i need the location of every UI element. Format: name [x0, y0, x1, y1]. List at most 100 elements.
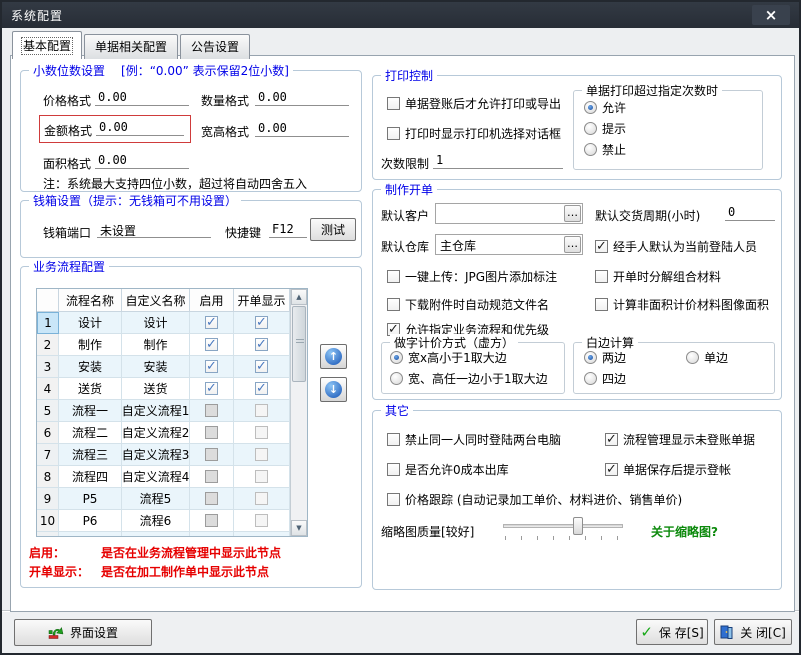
enabled-checkbox[interactable]	[205, 536, 218, 537]
pricing-opt1-radio[interactable]	[390, 351, 403, 364]
flow-name-cell[interactable]: 流程二	[59, 422, 122, 444]
show-checkbox[interactable]	[255, 360, 268, 373]
forbid-dual-login-label[interactable]: 禁止同一人同时登陆两台电脑	[405, 431, 561, 448]
delivery-cycle-field[interactable]: 0	[725, 204, 775, 221]
interface-settings-button[interactable]: 界面设置	[14, 619, 152, 646]
row-number[interactable]: 7	[37, 444, 59, 466]
prompt-radio[interactable]	[584, 122, 597, 135]
one-key-upload-label[interactable]: 一键上传：JPG图片添加标注	[405, 268, 557, 285]
warehouse-lookup-icon[interactable]: …	[564, 236, 581, 253]
split-material-label[interactable]: 开单时分解组合材料	[613, 268, 721, 285]
flow-table-scrollbar[interactable]: ▲ ▼	[290, 289, 307, 536]
custom-name-cell[interactable]: 自定义流程2	[122, 422, 190, 444]
enabled-checkbox[interactable]	[205, 382, 218, 395]
allow-label[interactable]: 允许	[602, 99, 626, 116]
qty-format-field[interactable]: 0.00	[255, 89, 349, 106]
zero-cost-label[interactable]: 是否允许0成本出库	[405, 461, 509, 478]
custom-name-cell[interactable]: 制作	[122, 334, 190, 356]
custom-name-cell[interactable]: 流程5	[122, 488, 190, 510]
two-side-label[interactable]: 两边	[602, 349, 626, 366]
show-checkbox[interactable]	[255, 536, 268, 537]
one-side-radio[interactable]	[686, 351, 699, 364]
custom-name-cell[interactable]: 安装	[122, 356, 190, 378]
forbid-dual-login-checkbox[interactable]	[387, 433, 400, 446]
image-area-checkbox[interactable]	[595, 298, 608, 311]
row-number[interactable]: 2	[37, 334, 59, 356]
pricing-opt1-label[interactable]: 宽x高小于1取大边	[408, 349, 507, 366]
filename-normalize-label[interactable]: 下载附件时自动规范文件名	[405, 296, 549, 313]
save-prompt-checkbox[interactable]	[605, 463, 618, 476]
row-number[interactable]: 5	[37, 400, 59, 422]
flow-name-cell[interactable]: 流程三	[59, 444, 122, 466]
test-button[interactable]: 测试	[310, 218, 356, 241]
row-number[interactable]: 10	[37, 510, 59, 532]
slider-thumb[interactable]	[573, 517, 583, 535]
two-side-radio[interactable]	[584, 351, 597, 364]
operator-default-checkbox[interactable]	[595, 240, 608, 253]
flow-name-cell[interactable]: 安装	[59, 356, 122, 378]
about-thumbnail-link[interactable]: 关于缩略图?	[651, 523, 718, 540]
move-down-button[interactable]: ↓	[320, 377, 347, 402]
flow-name-cell[interactable]: 制作	[59, 334, 122, 356]
enabled-checkbox[interactable]	[205, 404, 218, 417]
flow-name-cell[interactable]: 送货	[59, 378, 122, 400]
show-checkbox[interactable]	[255, 492, 268, 505]
tab-basic-config[interactable]: 基本配置	[12, 31, 82, 59]
custom-name-cell[interactable]: 设计	[122, 312, 190, 334]
enabled-checkbox[interactable]	[205, 514, 218, 527]
enabled-checkbox[interactable]	[205, 470, 218, 483]
move-up-button[interactable]: ↑	[320, 344, 347, 369]
printer-dialog-label[interactable]: 打印时显示打印机选择对话框	[405, 125, 561, 142]
show-unregistered-checkbox[interactable]	[605, 433, 618, 446]
default-warehouse-field[interactable]: 主仓库 …	[435, 234, 583, 255]
prompt-label[interactable]: 提示	[602, 120, 626, 137]
show-checkbox[interactable]	[255, 404, 268, 417]
show-checkbox[interactable]	[255, 382, 268, 395]
flow-name-cell[interactable]: P6	[59, 510, 122, 532]
show-unregistered-label[interactable]: 流程管理显示未登账单据	[623, 431, 755, 448]
custom-name-cell[interactable]: 流程7	[122, 532, 190, 537]
wh-format-field[interactable]: 0.00	[255, 120, 349, 137]
custom-name-cell[interactable]: 流程6	[122, 510, 190, 532]
show-checkbox[interactable]	[255, 514, 268, 527]
flow-name-cell[interactable]: 流程一	[59, 400, 122, 422]
allow-radio[interactable]	[584, 101, 597, 114]
default-customer-field[interactable]: …	[435, 203, 583, 224]
row-number[interactable]: 8	[37, 466, 59, 488]
split-material-checkbox[interactable]	[595, 270, 608, 283]
filename-normalize-checkbox[interactable]	[387, 298, 400, 311]
slider-track[interactable]	[503, 524, 623, 528]
price-tracking-label[interactable]: 价格跟踪 (自动记录加工单价、材料进价、销售单价)	[405, 491, 682, 508]
show-checkbox[interactable]	[255, 470, 268, 483]
custom-name-cell[interactable]: 送货	[122, 378, 190, 400]
image-area-label[interactable]: 计算非面积计价材料图像面积	[613, 296, 769, 313]
show-checkbox[interactable]	[255, 316, 268, 329]
registered-print-label[interactable]: 单据登账后才允许打印或导出	[405, 95, 561, 112]
pricing-opt2-label[interactable]: 宽、高任一边小于1取大边	[408, 370, 548, 387]
enabled-checkbox[interactable]	[205, 338, 218, 351]
scroll-up-icon[interactable]: ▲	[291, 289, 307, 305]
flow-name-cell[interactable]: P5	[59, 488, 122, 510]
registered-print-checkbox[interactable]	[387, 97, 400, 110]
row-number[interactable]: 6	[37, 422, 59, 444]
show-checkbox[interactable]	[255, 338, 268, 351]
four-side-radio[interactable]	[584, 372, 597, 385]
enabled-checkbox[interactable]	[205, 426, 218, 439]
pricing-opt2-radio[interactable]	[390, 372, 403, 385]
limit-field[interactable]: 1	[433, 152, 563, 169]
flow-name-cell[interactable]: P7	[59, 532, 122, 537]
scroll-down-icon[interactable]: ▼	[291, 520, 307, 536]
operator-default-label[interactable]: 经手人默认为当前登陆人员	[613, 238, 757, 255]
enabled-checkbox[interactable]	[205, 448, 218, 461]
tab-document-config[interactable]: 单据相关配置	[84, 34, 178, 59]
save-prompt-label[interactable]: 单据保存后提示登帐	[623, 461, 731, 478]
close-icon[interactable]: ×	[752, 5, 790, 25]
hotkey-field[interactable]: F12	[269, 221, 307, 238]
row-number[interactable]: 1	[37, 312, 59, 334]
enabled-checkbox[interactable]	[205, 316, 218, 329]
forbid-radio[interactable]	[584, 143, 597, 156]
customer-lookup-icon[interactable]: …	[564, 205, 581, 222]
thumbnail-quality-slider[interactable]	[503, 516, 623, 540]
row-number[interactable]: 4	[37, 378, 59, 400]
scrollbar-thumb[interactable]	[292, 306, 306, 382]
